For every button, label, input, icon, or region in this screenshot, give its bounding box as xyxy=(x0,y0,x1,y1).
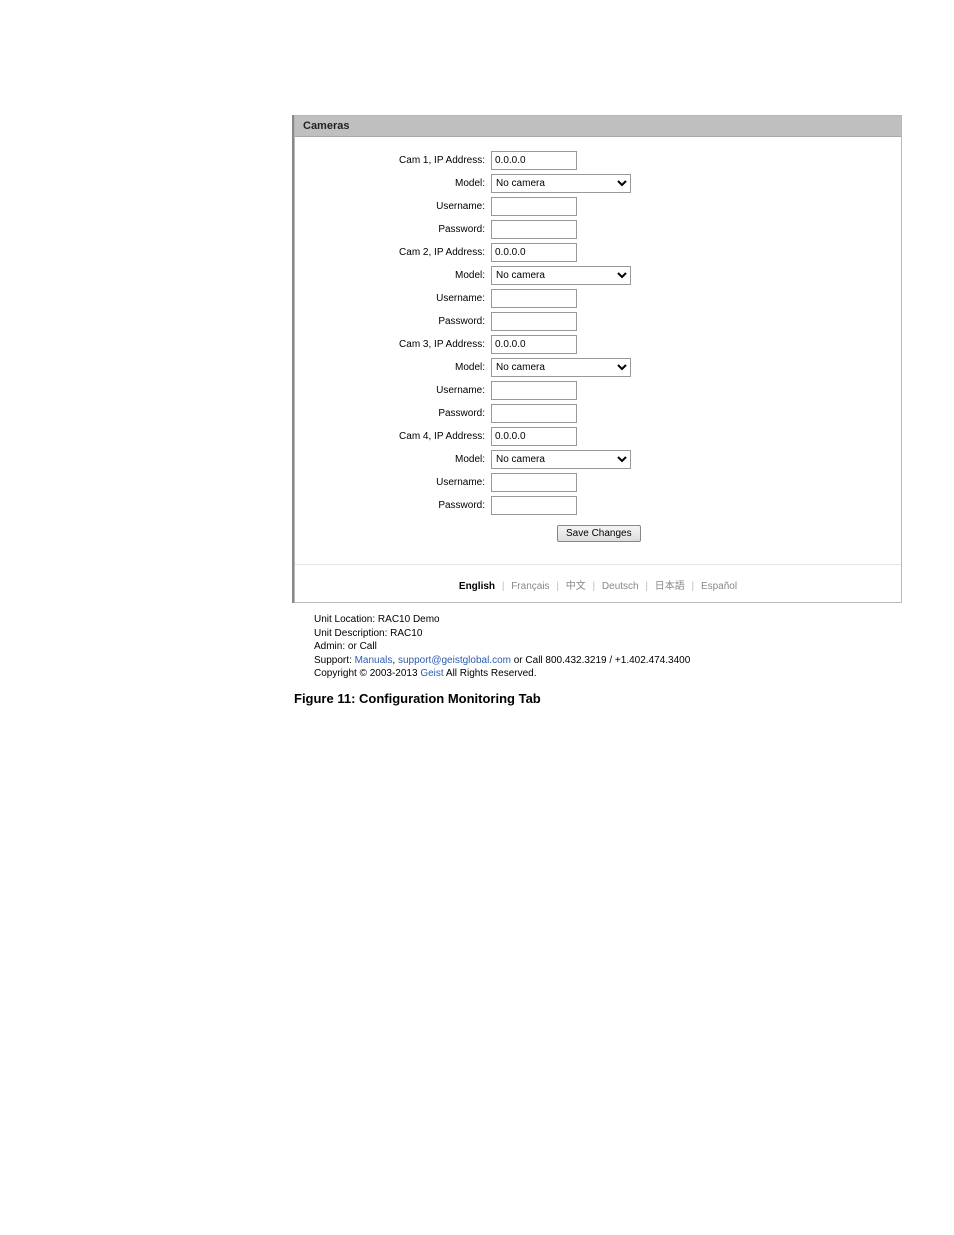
support-email-link[interactable]: support@geistglobal.com xyxy=(398,655,511,666)
lang-deutsch[interactable]: Deutsch xyxy=(602,581,639,592)
cam3-user-input[interactable] xyxy=(491,381,577,400)
cam1-ip-label: Cam 1, IP Address: xyxy=(295,155,491,166)
lang-chinese[interactable]: 中文 xyxy=(566,581,586,592)
cam4-user-label: Username: xyxy=(295,477,491,488)
footer-description: Unit Description: RAC10 xyxy=(314,627,920,641)
cam2-ip-label: Cam 2, IP Address: xyxy=(295,247,491,258)
figure-caption: Figure 11: Configuration Monitoring Tab xyxy=(294,691,954,706)
cam1-user-input[interactable] xyxy=(491,197,577,216)
cameras-panel: Cameras Cam 1, IP Address: Model: No cam… xyxy=(294,115,902,603)
cam2-user-input[interactable] xyxy=(491,289,577,308)
cam3-ip-label: Cam 3, IP Address: xyxy=(295,339,491,350)
cam3-user-label: Username: xyxy=(295,385,491,396)
save-changes-button[interactable]: Save Changes xyxy=(557,525,641,542)
cam4-model-label: Model: xyxy=(295,454,491,465)
geist-link[interactable]: Geist xyxy=(420,668,443,679)
cam1-pass-label: Password: xyxy=(295,224,491,235)
cam3-model-label: Model: xyxy=(295,362,491,373)
cam1-ip-input[interactable] xyxy=(491,151,577,170)
cam2-model-label: Model: xyxy=(295,270,491,281)
lang-francais[interactable]: Français xyxy=(511,581,549,592)
cam4-ip-label: Cam 4, IP Address: xyxy=(295,431,491,442)
cam3-pass-label: Password: xyxy=(295,408,491,419)
cam4-user-input[interactable] xyxy=(491,473,577,492)
lang-japanese[interactable]: 日本語 xyxy=(655,581,685,592)
cam2-model-select[interactable]: No camera xyxy=(491,266,631,285)
footer-admin: Admin: or Call xyxy=(314,640,920,654)
lang-english[interactable]: English xyxy=(459,581,495,592)
cam1-user-label: Username: xyxy=(295,201,491,212)
language-bar: English | Français | 中文 | Deutsch | 日本語 … xyxy=(295,564,901,602)
cam3-pass-input[interactable] xyxy=(491,404,577,423)
cam4-pass-label: Password: xyxy=(295,500,491,511)
cam1-model-label: Model: xyxy=(295,178,491,189)
cam3-ip-input[interactable] xyxy=(491,335,577,354)
cam2-user-label: Username: xyxy=(295,293,491,304)
cam2-pass-label: Password: xyxy=(295,316,491,327)
cam1-model-select[interactable]: No camera xyxy=(491,174,631,193)
cam4-model-select[interactable]: No camera xyxy=(491,450,631,469)
cam4-pass-input[interactable] xyxy=(491,496,577,515)
manuals-link[interactable]: Manuals xyxy=(355,655,393,666)
panel-title: Cameras xyxy=(295,116,901,137)
cam2-pass-input[interactable] xyxy=(491,312,577,331)
lang-espanol[interactable]: Español xyxy=(701,581,737,592)
footer-location: Unit Location: RAC10 Demo xyxy=(314,613,920,627)
form-body: Cam 1, IP Address: Model: No camera User… xyxy=(295,137,901,556)
cam3-model-select[interactable]: No camera xyxy=(491,358,631,377)
cam4-ip-input[interactable] xyxy=(491,427,577,446)
footer-support: Support: Manuals, support@geistglobal.co… xyxy=(314,654,920,668)
cam2-ip-input[interactable] xyxy=(491,243,577,262)
footer-copyright: Copyright © 2003-2013 Geist All Rights R… xyxy=(314,667,920,681)
cam1-pass-input[interactable] xyxy=(491,220,577,239)
footer: Unit Location: RAC10 Demo Unit Descripti… xyxy=(294,603,920,681)
